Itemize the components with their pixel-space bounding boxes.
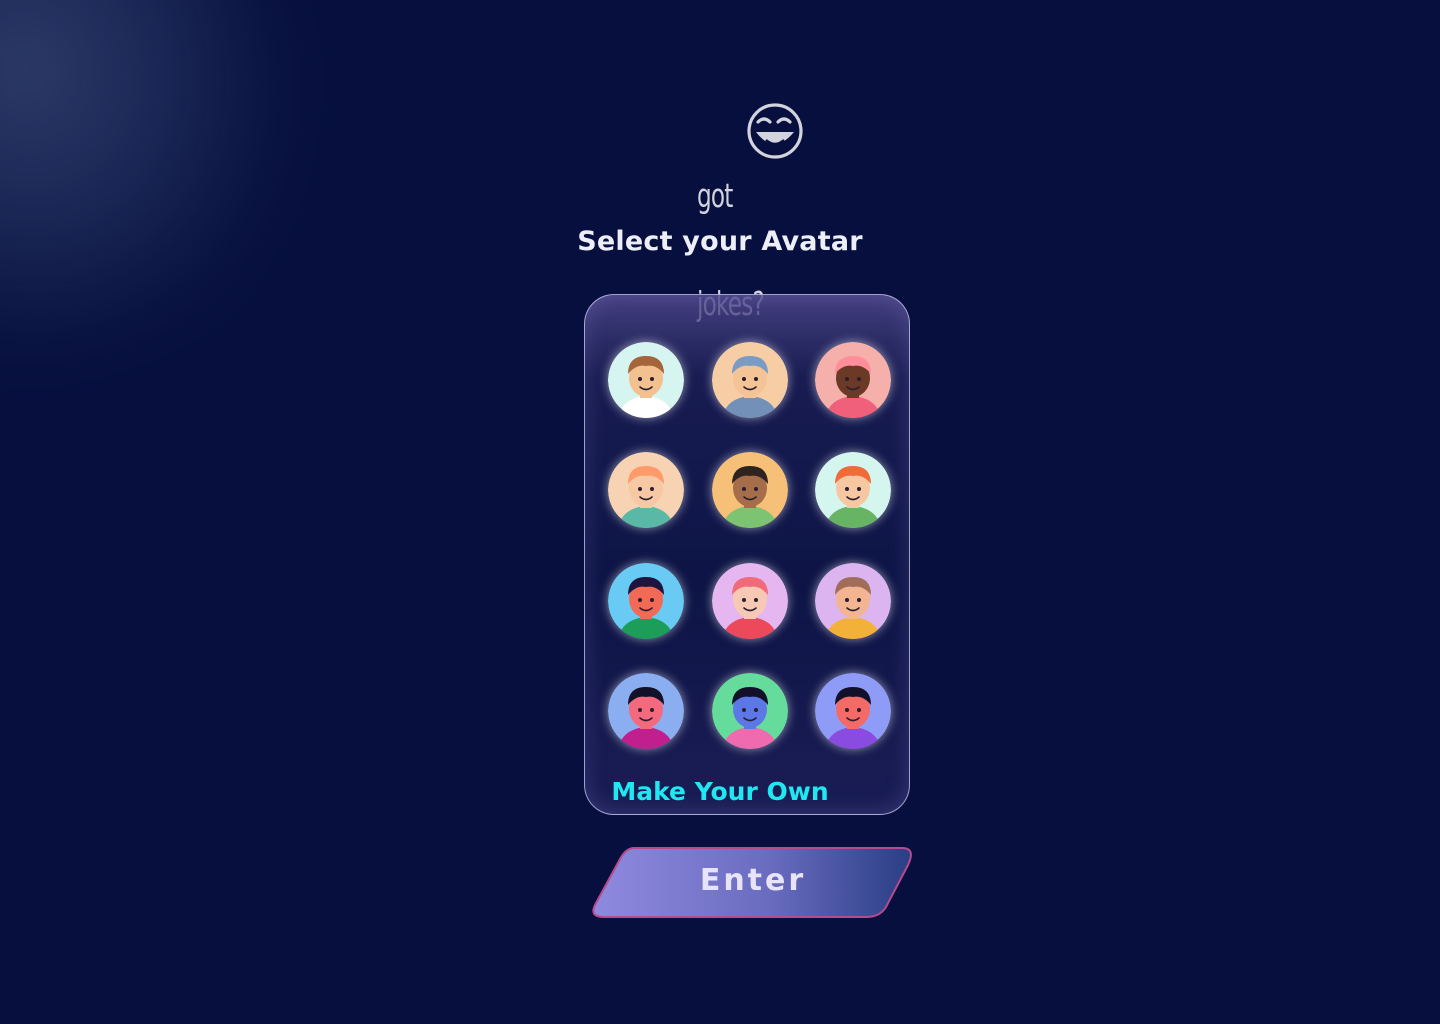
enter-button-label: Enter (699, 863, 807, 898)
background-glow (0, 0, 360, 394)
page-title: Select your Avatar (577, 226, 863, 257)
laughing-face-icon (747, 103, 803, 159)
avatar-11[interactable] (712, 673, 788, 749)
avatar-2[interactable] (712, 342, 788, 418)
avatar-10[interactable] (608, 673, 684, 749)
got-jokes-logo: got jokes? (697, 102, 807, 322)
avatar-12[interactable] (815, 673, 891, 749)
make-your-own-link[interactable]: Make Your Own (0, 777, 1440, 806)
avatar-1[interactable] (608, 342, 684, 418)
avatar-5[interactable] (712, 452, 788, 528)
avatar-6[interactable] (815, 452, 891, 528)
avatar-4[interactable] (608, 452, 684, 528)
enter-button[interactable]: Enter (590, 845, 916, 920)
avatar-7[interactable] (608, 563, 684, 639)
avatar-8[interactable] (712, 563, 788, 639)
avatar-3[interactable] (815, 342, 891, 418)
avatar-9[interactable] (815, 563, 891, 639)
logo-line-1: got (697, 176, 733, 215)
